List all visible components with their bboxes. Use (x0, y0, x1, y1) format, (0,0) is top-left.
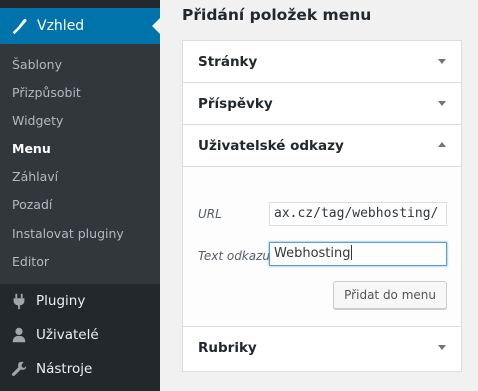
custom-links-panel: URL ax.cz/tag/webhosting/ Text odkazu We… (183, 167, 461, 327)
submenu-item-editor[interactable]: Editor (12, 254, 49, 270)
section-uzivatelske-odkazy[interactable]: Uživatelské odkazy (183, 125, 461, 167)
section-stranky[interactable]: Stránky (183, 41, 461, 83)
submenu-item-instalovat-pluginy[interactable]: Instalovat pluginy (12, 226, 124, 242)
submenu-item-zahlavi[interactable]: Záhlaví (12, 169, 58, 185)
menu-item-nastroje[interactable]: Nástroje (0, 352, 160, 386)
menu-item-vzhled[interactable]: Vzhled (0, 8, 160, 44)
section-rubriky[interactable]: Rubriky (183, 327, 461, 369)
wrench-icon (11, 361, 27, 377)
url-input[interactable]: ax.cz/tag/webhosting/ (269, 202, 447, 226)
menu-items-accordion: Stránky Příspěvky Uživatelské odkazy URL… (182, 40, 462, 372)
link-text-value: Webhosting (274, 246, 351, 261)
section-title: Příspěvky (198, 96, 273, 112)
admin-sidebar: Vzhled Šablony Přizpůsobit Widgety Menu … (0, 0, 160, 391)
text-cursor (350, 245, 352, 260)
submenu-item-sablony[interactable]: Šablony (12, 57, 62, 73)
expand-arrow-icon[interactable] (438, 345, 446, 350)
menu-item-uzivatele[interactable]: Uživatelé (0, 318, 160, 352)
users-icon (12, 327, 26, 343)
plugin-icon (13, 293, 25, 310)
submenu-item-widgety[interactable]: Widgety (12, 113, 63, 129)
menu-item-label: Uživatelé (36, 327, 99, 343)
menu-item-label: Nástroje (36, 361, 93, 377)
section-title: Uživatelské odkazy (198, 138, 344, 154)
submenu-item-menu[interactable]: Menu (12, 141, 51, 157)
url-label: URL (198, 207, 222, 221)
collapse-arrow-icon[interactable] (438, 142, 446, 147)
section-title: Rubriky (198, 340, 257, 356)
menu-item-pluginy[interactable]: Pluginy (0, 284, 160, 318)
link-text-input[interactable]: Webhosting (269, 242, 447, 266)
menu-item-label: Vzhled (37, 18, 85, 34)
current-menu-arrow (152, 18, 160, 34)
link-text-label: Text odkazu (198, 249, 271, 263)
add-to-menu-button[interactable]: Přidat do menu (333, 281, 447, 309)
menu-item-label: Pluginy (36, 293, 86, 309)
expand-arrow-icon[interactable] (438, 59, 446, 64)
page-title: Přidání položek menu (182, 6, 372, 24)
submenu-item-pozadi[interactable]: Pozadí (12, 197, 52, 213)
expand-arrow-icon[interactable] (438, 101, 446, 106)
paintbrush-icon (12, 18, 27, 35)
section-title: Stránky (198, 54, 258, 70)
submenu: Šablony Přizpůsobit Widgety Menu Záhlaví… (0, 44, 160, 284)
submenu-item-prizpusobit[interactable]: Přizpůsobit (12, 85, 81, 101)
section-prispevky[interactable]: Příspěvky (183, 83, 461, 125)
